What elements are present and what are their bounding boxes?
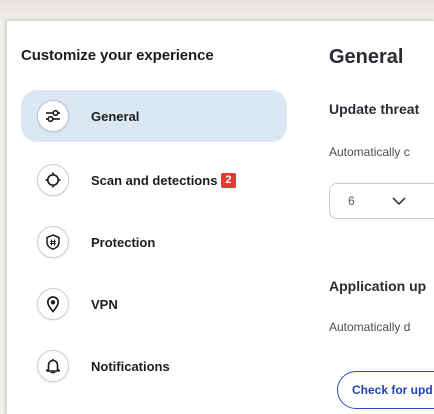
sidebar-item-notifications[interactable]: Notifications bbox=[21, 340, 287, 392]
sidebar-item-label: Notifications bbox=[91, 358, 170, 374]
main-content: General Update threat Automatically c 6 … bbox=[329, 21, 434, 414]
sidebar-item-label: Scan and detections bbox=[91, 172, 218, 188]
sidebar-item-label: Protection bbox=[91, 234, 156, 250]
check-for-updates-button[interactable]: Check for upd bbox=[337, 371, 434, 409]
sidebar-item-label: VPN bbox=[91, 296, 118, 312]
background-strip bbox=[0, 0, 434, 22]
update-frequency-select[interactable]: 6 bbox=[329, 183, 434, 219]
shield-icon bbox=[37, 226, 69, 258]
settings-window: Customize your experience General Scan a… bbox=[6, 20, 434, 414]
location-pin-icon bbox=[37, 288, 69, 320]
sliders-icon bbox=[37, 100, 69, 132]
application-updates-description: Automatically d bbox=[329, 320, 411, 334]
panel-divider bbox=[311, 21, 312, 414]
sidebar-item-label: General bbox=[91, 108, 140, 124]
crosshair-icon bbox=[37, 164, 69, 196]
update-threat-description: Automatically c bbox=[329, 145, 410, 159]
sidebar: Customize your experience General Scan a… bbox=[7, 21, 297, 414]
application-updates-heading: Application up bbox=[329, 278, 427, 294]
bell-icon bbox=[37, 350, 69, 382]
sidebar-item-protection[interactable]: Protection bbox=[21, 216, 287, 268]
page-title: General bbox=[329, 46, 404, 68]
sidebar-item-general[interactable]: General bbox=[21, 90, 287, 142]
sidebar-title: Customize your experience bbox=[21, 47, 214, 64]
chevron-down-icon bbox=[391, 196, 407, 206]
sidebar-item-vpn[interactable]: VPN bbox=[21, 278, 287, 330]
update-threat-heading: Update threat bbox=[329, 101, 420, 117]
notification-badge: 2 bbox=[221, 172, 236, 188]
button-label: Check for upd bbox=[352, 383, 433, 397]
select-value: 6 bbox=[348, 194, 355, 208]
sidebar-item-scan-and-detections[interactable]: Scan and detections 2 bbox=[21, 154, 287, 206]
